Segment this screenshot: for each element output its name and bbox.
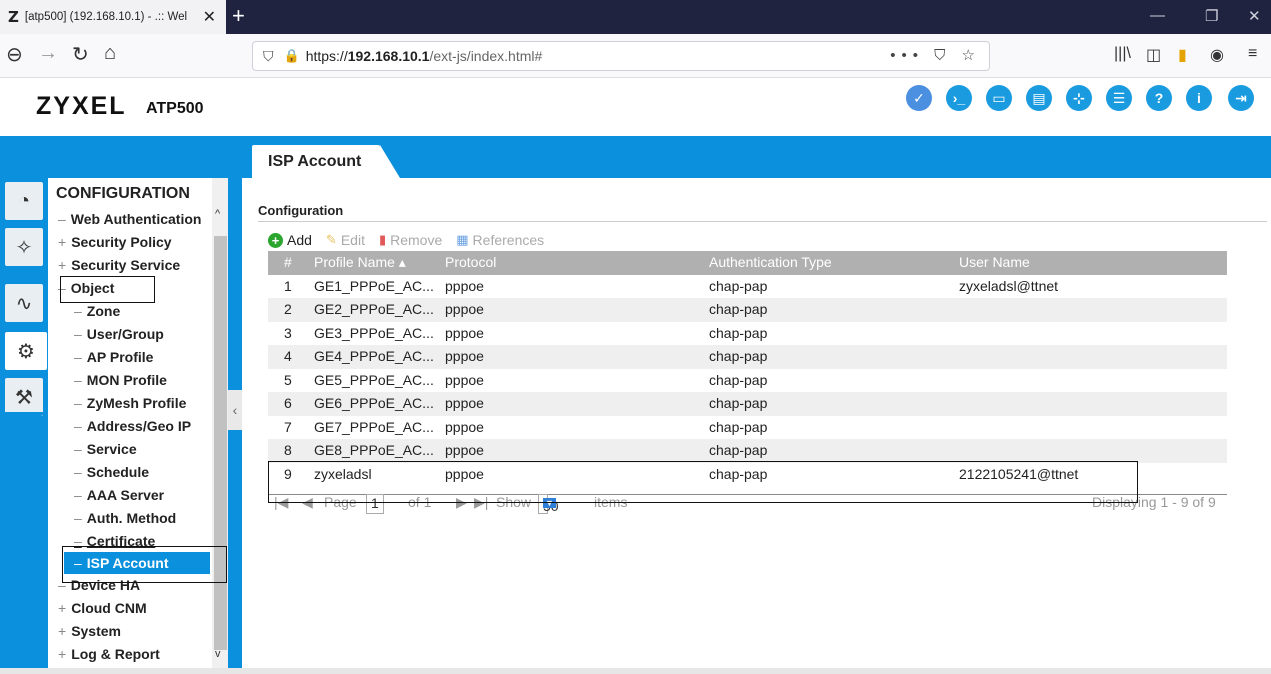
- logout-icon[interactable]: ⇥: [1228, 85, 1254, 111]
- reload-icon[interactable]: ↻: [72, 42, 89, 67]
- cli-icon[interactable]: ▭: [986, 85, 1012, 111]
- col-auth-type[interactable]: Authentication Type: [709, 254, 832, 270]
- menu-security-service[interactable]: + Security Service: [58, 257, 180, 273]
- url-path: /ext-js/index.html#: [429, 48, 543, 64]
- sidebar-toggle-icon[interactable]: ◫: [1146, 45, 1161, 65]
- isp-account-grid: # Profile Name ▴ Protocol Authentication…: [268, 251, 1227, 486]
- table-row[interactable]: 8 GE8_PPPoE_AC... pppoe chap-pap: [268, 439, 1227, 463]
- tab-isp-account[interactable]: ISP Account: [252, 145, 380, 178]
- tracking-shield-icon[interactable]: ⛉: [263, 48, 274, 65]
- collapse-panel-icon[interactable]: ‹: [228, 390, 242, 430]
- table-row[interactable]: 3 GE3_PPPoE_AC... pppoe chap-pap: [268, 322, 1227, 346]
- scroll-down-icon[interactable]: v: [215, 648, 221, 660]
- back-icon[interactable]: ⊖: [6, 42, 23, 67]
- network-topology-icon[interactable]: ⊹: [1066, 85, 1092, 111]
- menu-cloud-cnm[interactable]: + Cloud CNM: [58, 600, 147, 616]
- menu-service[interactable]: – Service: [74, 441, 137, 457]
- table-row[interactable]: 5 GE5_PPPoE_AC... pppoe chap-pap: [268, 369, 1227, 393]
- tab-title: [atp500] (192.168.10.1) - .:: Wel: [24, 11, 188, 23]
- menu-aaa-server[interactable]: – AAA Server: [74, 487, 164, 503]
- highlight-isp-account: [62, 546, 227, 583]
- menu-zymesh-profile[interactable]: – ZyMesh Profile: [74, 395, 186, 411]
- table-row[interactable]: 1 GE1_PPPoE_AC... pppoe chap-pap zyxeladsl@t…: [268, 275, 1227, 299]
- browser-tab[interactable]: Z [atp500] (192.168.10.1) - .:: Wel ✕: [0, 0, 226, 34]
- col-protocol[interactable]: Protocol: [445, 254, 496, 270]
- home-icon[interactable]: ⌂: [104, 42, 116, 65]
- col-user-name[interactable]: User Name: [959, 254, 1030, 270]
- highlight-object: [60, 276, 155, 303]
- zyxel-logo: ZYXEL: [36, 92, 127, 120]
- chat-icon[interactable]: ☰: [1106, 85, 1132, 111]
- restore-icon[interactable]: ❐: [1205, 7, 1218, 25]
- browser-nav-bar: ⊖ → ↻ ⌂ ⛉ 🔒 https://192.168.10.1/ext-js/…: [0, 34, 1271, 78]
- new-tab-icon[interactable]: +: [232, 3, 245, 29]
- table-row[interactable]: 4 GE4_PPPoE_AC... pppoe chap-pap: [268, 345, 1227, 369]
- menu-zone[interactable]: – Zone: [74, 303, 120, 319]
- rail-fold: [0, 412, 46, 450]
- grid-toolbar: + Add ✎ Edit ▮ Remove ▦ References: [268, 229, 558, 251]
- menu-web-authentication[interactable]: – Web Authentication: [58, 211, 201, 227]
- forward-icon[interactable]: →: [38, 42, 58, 65]
- help-icon[interactable]: ?: [1146, 85, 1172, 111]
- menu-schedule[interactable]: – Schedule: [74, 464, 149, 480]
- header-band: [0, 136, 1271, 178]
- trash-icon: ▮: [378, 232, 387, 247]
- account-icon[interactable]: ◉: [1210, 45, 1224, 65]
- close-tab-icon[interactable]: ✕: [203, 7, 216, 27]
- maintenance-tools-icon[interactable]: ⚒: [5, 378, 43, 416]
- section-title: Configuration: [258, 203, 344, 218]
- url-bar[interactable]: ⛉ 🔒 https://192.168.10.1/ext-js/index.ht…: [252, 41, 990, 71]
- wizard-icon[interactable]: ✧: [5, 228, 43, 266]
- menu-scroll-thumb[interactable]: [214, 236, 227, 650]
- references-icon: ▦: [456, 232, 469, 247]
- menu-mon-profile[interactable]: – MON Profile: [74, 372, 167, 388]
- console-icon[interactable]: ›_: [946, 85, 972, 111]
- menu-log-report[interactable]: + Log & Report: [58, 646, 160, 662]
- insecure-lock-icon[interactable]: 🔒: [284, 48, 300, 64]
- url-prefix: https://: [305, 48, 348, 64]
- menu-ap-profile[interactable]: – AP Profile: [74, 349, 153, 365]
- section-divider: [258, 221, 1267, 222]
- col-profile-name[interactable]: Profile Name ▴: [314, 254, 406, 271]
- close-window-icon[interactable]: ✕: [1248, 7, 1261, 25]
- table-row[interactable]: 2 GE2_PPPoE_AC... pppoe chap-pap: [268, 298, 1227, 322]
- window-bottom-edge: [0, 668, 1271, 674]
- configuration-gear-icon[interactable]: ⚙: [5, 332, 47, 370]
- monitor-icon[interactable]: ∿: [5, 284, 43, 322]
- menu-address-geo-ip[interactable]: – Address/Geo IP: [74, 418, 191, 434]
- menu-security-policy[interactable]: + Security Policy: [58, 234, 172, 250]
- library-icon[interactable]: |||\: [1114, 45, 1131, 63]
- menu-system[interactable]: + System: [58, 623, 121, 639]
- device-model: ATP500: [146, 100, 204, 117]
- edit-button[interactable]: ✎ Edit: [326, 232, 365, 248]
- url-actions[interactable]: ••• ⛉ ☆: [890, 46, 981, 64]
- scroll-up-icon[interactable]: ^: [215, 208, 220, 220]
- browser-tab-bar: Z [atp500] (192.168.10.1) - .:: Wel ✕ + …: [0, 0, 1271, 34]
- dashboard-icon[interactable]: ◔: [5, 182, 43, 220]
- menu-icon[interactable]: ≡: [1248, 45, 1257, 63]
- browser-window-icon[interactable]: ▤: [1026, 85, 1052, 111]
- menu-heading: CONFIGURATION: [56, 185, 190, 202]
- zyxel-favicon-icon: Z: [8, 8, 19, 26]
- minimize-icon[interactable]: —: [1150, 7, 1165, 24]
- menu-auth-method[interactable]: – Auth. Method: [74, 510, 176, 526]
- table-row[interactable]: 6 GE6_PPPoE_AC... pppoe chap-pap: [268, 392, 1227, 416]
- table-row[interactable]: 7 GE7_PPPoE_AC... pppoe chap-pap: [268, 416, 1227, 440]
- menu-user-group[interactable]: – User/Group: [74, 326, 164, 342]
- remove-button[interactable]: ▮ Remove: [379, 232, 442, 248]
- url-host: 192.168.10.1: [347, 48, 430, 64]
- app-header: ZYXEL ATP500 ✓ ›_ ▭ ▤ ⊹ ☰ ? i ⇥: [0, 78, 1271, 136]
- bookmark-flag-icon[interactable]: ▮: [1178, 45, 1187, 65]
- add-button[interactable]: + Add: [268, 232, 312, 248]
- references-button[interactable]: ▦ References: [456, 232, 544, 248]
- configuration-menu: CONFIGURATION – Web Authentication + Secur…: [48, 178, 212, 668]
- highlight-row-9: [268, 461, 1138, 503]
- col-index[interactable]: #: [284, 254, 292, 270]
- tab-tail: [380, 145, 400, 178]
- info-icon[interactable]: i: [1186, 85, 1212, 111]
- grid-header: # Profile Name ▴ Protocol Authentication…: [268, 251, 1227, 275]
- add-icon: +: [268, 232, 283, 248]
- edit-icon: ✎: [325, 232, 337, 247]
- security-shield-icon[interactable]: ✓: [906, 85, 932, 111]
